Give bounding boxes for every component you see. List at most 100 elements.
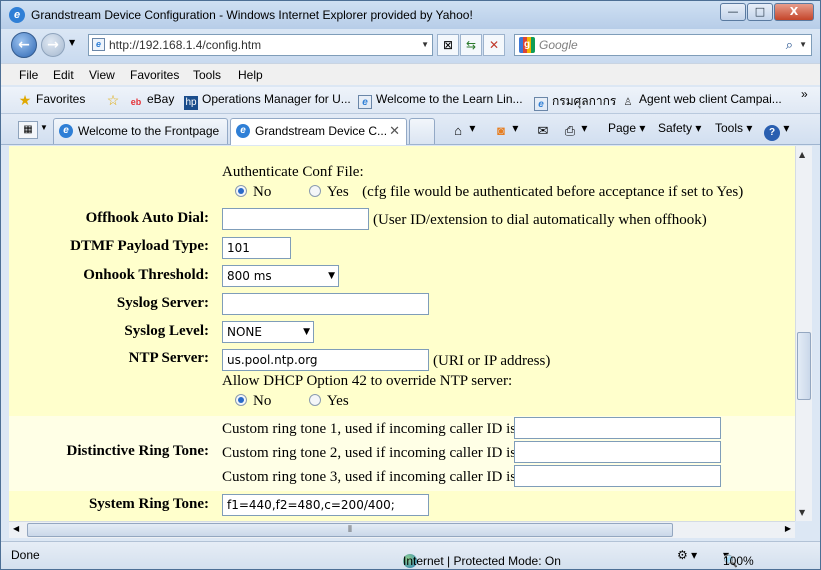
dhcp42-no-radio[interactable] (235, 394, 247, 406)
search-icon[interactable]: ⌕ (786, 35, 793, 55)
radio-label: No (253, 184, 272, 200)
close-button[interactable]: X (774, 3, 814, 21)
auth-conf-label: Authenticate Conf File: (222, 164, 364, 180)
syslog-level-select[interactable]: NONE ▼ (222, 321, 314, 343)
onhook-threshold-select[interactable]: 800 ms ▼ (222, 265, 339, 287)
horizontal-scrollbar[interactable]: ◀ ⦀ ▶ (9, 521, 795, 538)
ring-tone-3-label: Custom ring tone 3, used if incoming cal… (222, 469, 517, 485)
ntp-server-input[interactable]: us.pool.ntp.org (222, 349, 429, 371)
search-input[interactable]: g Google ⌕ ▼ (514, 34, 812, 56)
stop-icon[interactable]: ✕ (483, 34, 505, 56)
penguin-icon: ♙ (623, 97, 633, 108)
mail-icon: ✉ (537, 123, 549, 138)
help-button[interactable]: ? ▾ (764, 121, 789, 141)
tab-grandstream[interactable]: e Grandstream Device C... ✕ (230, 118, 407, 145)
back-arrow-icon: ← (18, 37, 30, 53)
search-placeholder: Google (539, 38, 578, 52)
zone-text: Internet | Protected Mode: On (403, 554, 561, 568)
ie-page-icon: e (59, 124, 73, 138)
close-tab-icon[interactable]: ✕ (389, 123, 400, 139)
favorite-customs[interactable]: e กรมศุลกากร (534, 92, 616, 111)
menu-favorites[interactable]: Favorites (130, 68, 179, 82)
quick-tabs-icon[interactable]: ▦ (18, 121, 38, 139)
menu-help[interactable]: Help (238, 68, 263, 82)
offhook-auto-dial-input[interactable] (222, 208, 369, 230)
back-button[interactable]: ← (11, 32, 37, 58)
page-menu[interactable]: Page ▾ (608, 121, 645, 135)
ring-tone-3-input[interactable] (514, 465, 721, 487)
address-url: http://192.168.1.4/config.htm (109, 38, 262, 52)
vertical-scrollbar[interactable]: ▲ ▼ (795, 146, 812, 521)
menu-view[interactable]: View (89, 68, 115, 82)
menu-file[interactable]: File (19, 68, 38, 82)
page-content: Authenticate Conf File: No Yes (cfg file… (9, 146, 795, 521)
scroll-right-icon[interactable]: ▶ (785, 524, 791, 533)
syslog-level-label: Syslog Level: (124, 323, 209, 339)
ring-tone-1-input[interactable] (514, 417, 721, 439)
tools-menu[interactable]: Tools ▾ (715, 121, 752, 135)
horizontal-scroll-thumb[interactable]: ⦀ (27, 523, 673, 537)
scroll-down-icon[interactable]: ▼ (799, 508, 805, 517)
ring-tone-2-input[interactable] (514, 441, 721, 463)
favorite-operations-manager[interactable]: hp Operations Manager for U... (184, 92, 351, 110)
radio-label: No (253, 393, 272, 409)
compatibility-view-icon[interactable]: ⊠ (437, 34, 459, 56)
favorite-label: Welcome to the Learn Lin... (376, 92, 523, 106)
vertical-scroll-thumb[interactable] (797, 332, 811, 400)
status-text: Done (11, 548, 40, 562)
favorites-bar: ★ Favorites ☆ eb eBay hp Operations Manager… (1, 87, 820, 114)
page-icon: e (534, 97, 548, 111)
dhcp42-yes-radio[interactable] (308, 394, 321, 406)
add-favorite-button[interactable]: ☆ (106, 92, 124, 107)
zoom-level: 100% (723, 554, 754, 568)
select-value: 800 ms (227, 269, 272, 283)
ntp-note: (URI or IP address) (433, 353, 551, 369)
tab-list-dropdown-icon[interactable]: ▼ (40, 123, 48, 132)
menu-tools[interactable]: Tools (193, 68, 221, 82)
ring-tone-2-label: Custom ring tone 2, used if incoming cal… (222, 445, 517, 461)
print-button[interactable]: ⎙ ▾ (562, 121, 588, 139)
minimize-button[interactable]: — (720, 3, 746, 21)
page-icon: e (92, 38, 105, 51)
tab-frontpage[interactable]: e Welcome to the Frontpage (53, 118, 228, 144)
safety-menu[interactable]: Safety ▾ (658, 121, 701, 135)
tab-label: Grandstream Device C... (255, 124, 388, 138)
radio-label: Yes (326, 393, 349, 409)
zoom-control[interactable]: 🔍 100% ▾ (723, 548, 754, 568)
scroll-up-icon[interactable]: ▲ (799, 150, 805, 159)
system-ring-tone-input[interactable]: f1=440,f2=480,c=200/400; (222, 494, 429, 516)
search-dropdown-icon[interactable]: ▼ (799, 35, 807, 55)
mail-button[interactable]: ✉ (535, 121, 551, 139)
favorites-button[interactable]: ★ Favorites (18, 92, 86, 107)
auth-conf-no-radio[interactable] (235, 185, 247, 197)
new-tab-button[interactable] (409, 118, 435, 144)
forward-button[interactable]: → (41, 33, 65, 57)
feeds-button[interactable]: ◙ ▾ (493, 121, 518, 139)
chevron-down-icon: ▼ (328, 271, 335, 281)
ntp-label: NTP Server: (128, 350, 209, 366)
favorite-learn-link[interactable]: e Welcome to the Learn Lin... (358, 92, 523, 109)
tab-label: Welcome to the Frontpage (78, 124, 220, 138)
onhook-label: Onhook Threshold: (83, 267, 209, 283)
maximize-button[interactable]: □ (747, 3, 773, 21)
auth-conf-yes-radio[interactable] (308, 185, 321, 197)
address-input[interactable]: e http://192.168.1.4/config.htm ▼ (88, 34, 433, 56)
favorites-overflow-icon[interactable]: » (801, 87, 808, 101)
scroll-left-icon[interactable]: ◀ (13, 524, 19, 533)
system-ring-label: System Ring Tone: (88, 496, 209, 512)
favorites-label: Favorites (36, 92, 86, 106)
dtmf-payload-input[interactable]: 101 (222, 237, 291, 259)
history-dropdown-icon[interactable]: ▼ (69, 38, 75, 47)
title-bar: e Grandstream Device Configuration - Win… (1, 1, 820, 29)
rss-icon: ◙ (497, 123, 505, 138)
home-button[interactable]: ⌂ ▾ (450, 121, 475, 139)
offhook-label: Offhook Auto Dial: (85, 210, 209, 226)
refresh-icon[interactable]: ⇆ (460, 34, 482, 56)
address-dropdown-icon[interactable]: ▼ (421, 35, 429, 55)
security-settings-icon[interactable]: ⚙ ▾ (677, 548, 697, 562)
favorite-ebay[interactable]: eb eBay (129, 92, 175, 109)
syslog-server-input[interactable] (222, 293, 429, 315)
menu-edit[interactable]: Edit (53, 68, 74, 82)
favorite-agent-web-client[interactable]: ♙ Agent web client Campai... (621, 92, 782, 110)
ie-page-icon: e (236, 124, 250, 138)
